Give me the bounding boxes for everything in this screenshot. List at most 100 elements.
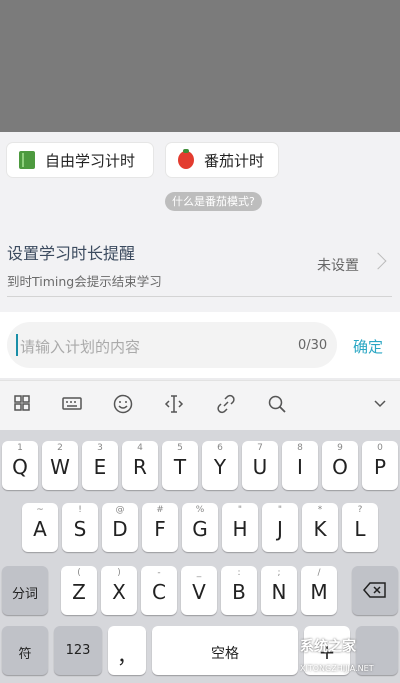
search-icon[interactable]: [265, 393, 289, 417]
confirm-button[interactable]: 确定: [353, 336, 383, 357]
key-hint: !: [78, 505, 82, 515]
key-label: U: [252, 455, 268, 479]
key-j[interactable]: " J: [262, 503, 298, 552]
pomodoro-label: 番茄计时: [204, 151, 265, 170]
key-hint: /: [317, 568, 321, 578]
link-icon[interactable]: [214, 393, 238, 417]
watermark-title: 系统之家: [300, 639, 356, 655]
key-label: V: [192, 580, 206, 604]
key-hint: ): [117, 568, 121, 578]
key-label: Y: [213, 455, 227, 479]
fenci-key[interactable]: 分词: [2, 566, 48, 615]
key-label: O: [332, 455, 348, 479]
cursor-icon[interactable]: [162, 393, 186, 417]
key-l[interactable]: ? L: [342, 503, 378, 552]
reminder-subtitle: 到时Timing会提示结束学习: [7, 274, 162, 289]
key-hint: 5: [177, 443, 183, 453]
key-label: B: [232, 580, 246, 604]
symbol-key-label: 符: [18, 647, 32, 662]
plan-input-placeholder: 请输入计划的内容: [20, 338, 141, 356]
key-hint: :: [237, 568, 241, 578]
key-q[interactable]: 1Q: [2, 441, 38, 490]
key-b[interactable]: :B: [221, 566, 257, 615]
reminder-title[interactable]: 设置学习时长提醒: [7, 240, 135, 264]
key-label: M: [310, 580, 328, 604]
free-study-timer-button[interactable]: 自由学习计时: [7, 143, 153, 177]
backspace-key[interactable]: [352, 566, 398, 615]
key-k[interactable]: * K: [302, 503, 338, 552]
free-study-label: 自由学习计时: [45, 151, 136, 170]
key-s[interactable]: ! S: [62, 503, 98, 552]
key-h[interactable]: " H: [222, 503, 258, 552]
keyboard-icon[interactable]: [60, 393, 84, 417]
key-hint: _: [196, 568, 202, 578]
key-u[interactable]: 7U: [242, 441, 278, 490]
key-w[interactable]: 2W: [42, 441, 78, 490]
key-hint: %: [195, 505, 205, 515]
key-i[interactable]: 8I: [282, 441, 318, 490]
comma-key[interactable]: ，: [108, 626, 146, 675]
key-t[interactable]: 5T: [162, 441, 198, 490]
key-hint: #: [156, 505, 164, 515]
key-a[interactable]: ~ A: [22, 503, 58, 552]
key-x[interactable]: ) X: [101, 566, 137, 615]
key-c[interactable]: -C: [141, 566, 177, 615]
key-label: T: [173, 455, 187, 479]
key-hint: @: [115, 505, 125, 515]
key-n[interactable]: ; N: [261, 566, 297, 615]
divider: [7, 296, 392, 297]
comma-key-label: ，: [117, 644, 137, 668]
number-key[interactable]: 123: [54, 626, 102, 675]
key-label: H: [232, 517, 248, 541]
key-o[interactable]: 9O: [322, 441, 358, 490]
number-key-label: 123: [65, 643, 91, 658]
key-label: I: [297, 455, 303, 479]
reminder-value[interactable]: 未设置: [317, 255, 359, 275]
fenci-key-label: 分词: [11, 587, 38, 602]
space-key-label: 空格: [211, 646, 239, 662]
key-y[interactable]: 6Y: [202, 441, 238, 490]
key-label: R: [133, 455, 147, 479]
key-label: J: [277, 517, 283, 541]
key-label: G: [192, 517, 208, 541]
key-v[interactable]: _ V: [181, 566, 217, 615]
key-d[interactable]: @ D: [102, 503, 138, 552]
key-hint: 6: [217, 443, 223, 453]
key-label: E: [93, 455, 107, 479]
key-label: X: [112, 580, 126, 604]
emoji-icon[interactable]: [111, 393, 135, 417]
key-hint: (: [77, 568, 81, 578]
book-icon: [19, 151, 35, 169]
key-label: D: [112, 517, 128, 541]
dim-overlay[interactable]: [0, 0, 400, 132]
pomodoro-timer-button[interactable]: 番茄计时: [166, 143, 278, 177]
key-label: K: [313, 517, 327, 541]
key-label: W: [50, 455, 70, 479]
key-p[interactable]: 0P: [362, 441, 398, 490]
what-is-pomodoro-link[interactable]: 什么是番茄模式?: [165, 192, 262, 211]
symbol-key[interactable]: 符: [2, 626, 48, 675]
key-hint: ": [277, 505, 283, 515]
key-g[interactable]: % G: [182, 503, 218, 552]
key-label: C: [152, 580, 166, 604]
tomato-icon: [178, 149, 194, 169]
key-hint: 7: [257, 443, 263, 453]
key-hint: 4: [137, 443, 143, 453]
key-f[interactable]: # F: [142, 503, 178, 552]
key-z[interactable]: (Z: [61, 566, 97, 615]
key-r[interactable]: 4R: [122, 441, 158, 490]
space-key[interactable]: 空格: [152, 626, 298, 675]
watermark-url: XITONGZHIJIA.NET: [300, 664, 374, 673]
backspace-icon: [363, 582, 386, 598]
key-label: P: [373, 455, 387, 479]
text-caret: [16, 334, 18, 356]
key-label: L: [354, 517, 366, 541]
key-label: A: [33, 517, 47, 541]
key-label: F: [154, 517, 166, 541]
key-hint: 8: [297, 443, 303, 453]
key-m[interactable]: / M: [301, 566, 337, 615]
chevron-down-icon[interactable]: [368, 393, 392, 417]
key-label: N: [271, 580, 287, 604]
grid-icon[interactable]: [10, 393, 34, 417]
key-e[interactable]: 3E: [82, 441, 118, 490]
